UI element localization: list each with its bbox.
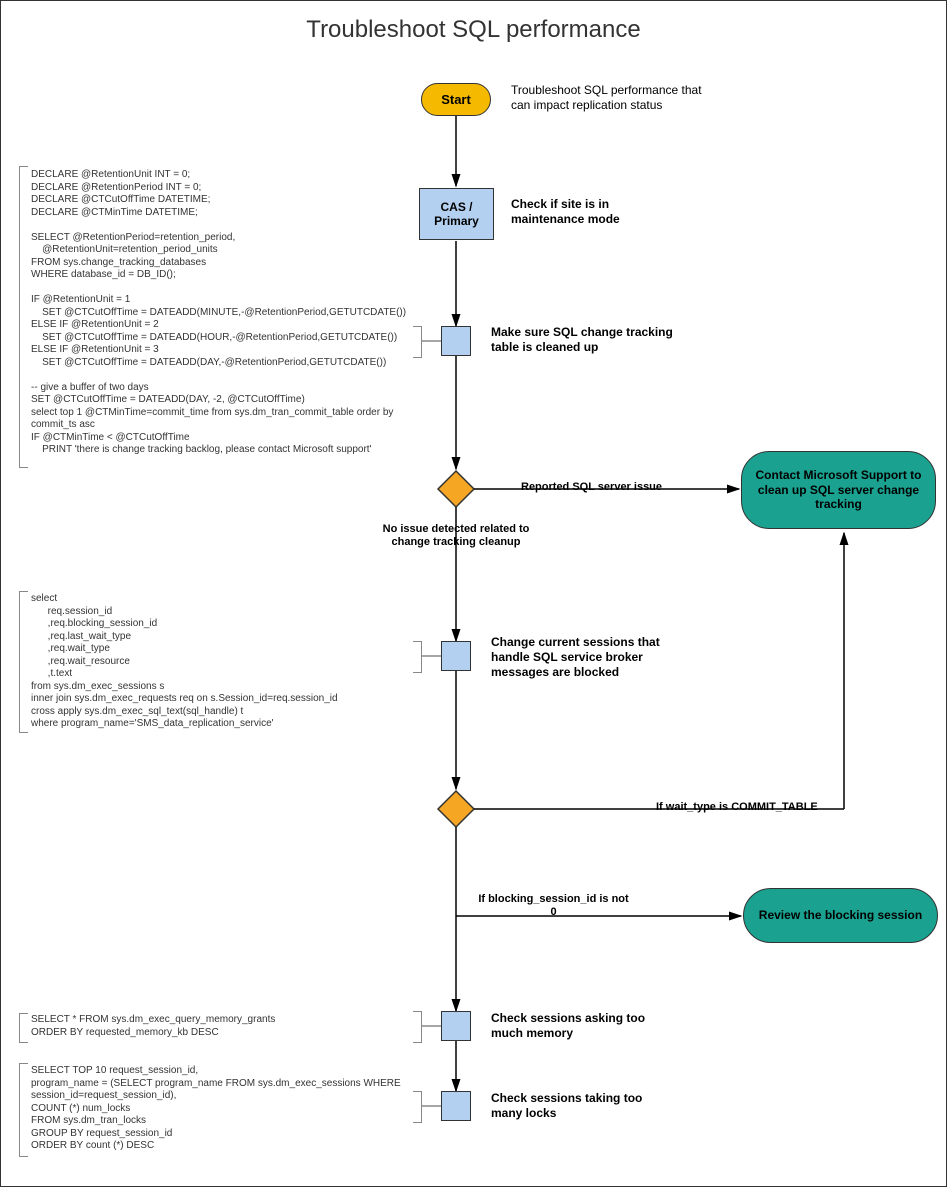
memory-label: Check sessions asking too much memory [491, 1011, 671, 1041]
code2-bracket-right [413, 641, 422, 673]
diagram-canvas: Troubleshoot SQL performance [0, 0, 947, 1187]
cleanup-label: Make sure SQL change tracking table is c… [491, 325, 681, 355]
code3-bracket-right [413, 1011, 422, 1043]
locks-box [441, 1091, 471, 1121]
code2-bracket-left [19, 591, 28, 733]
blocked-label: Change current sessions that handle SQL … [491, 635, 691, 680]
code3-bracket-left [19, 1013, 28, 1043]
code4-bracket-right [413, 1091, 422, 1123]
start-node: Start [421, 83, 491, 116]
code-block-4: SELECT TOP 10 request_session_id, progra… [31, 1065, 401, 1153]
sessions-blocked-box [441, 641, 471, 671]
cas-primary-node: CAS / Primary [419, 188, 494, 240]
contact-support-node: Contact Microsoft Support to clean up SQ… [741, 451, 936, 529]
edge-reported: Reported SQL server issue [521, 481, 662, 494]
edge-noissue: No issue detected related to change trac… [371, 523, 541, 549]
code-block-3: SELECT * FROM sys.dm_exec_query_memory_g… [31, 1014, 275, 1039]
locks-label: Check sessions taking too many locks [491, 1091, 671, 1121]
code-block-2: select req.session_id ,req.blocking_sess… [31, 593, 338, 731]
code1-bracket-left [19, 166, 28, 468]
code4-bracket-left [19, 1063, 28, 1157]
maint-label: Check if site is in maintenance mode [511, 197, 681, 227]
code-block-1: DECLARE @RetentionUnit INT = 0; DECLARE … [31, 169, 406, 457]
review-blocking-node: Review the blocking session [743, 888, 938, 943]
start-desc-label: Troubleshoot SQL performance that can im… [511, 83, 721, 113]
edge-commit: If wait_type is COMMIT_TABLE [656, 801, 818, 814]
code1-bracket-right [413, 326, 422, 358]
memory-box [441, 1011, 471, 1041]
change-tracking-box [441, 326, 471, 356]
edge-notzero: If blocking_session_id is not 0 [476, 893, 631, 919]
